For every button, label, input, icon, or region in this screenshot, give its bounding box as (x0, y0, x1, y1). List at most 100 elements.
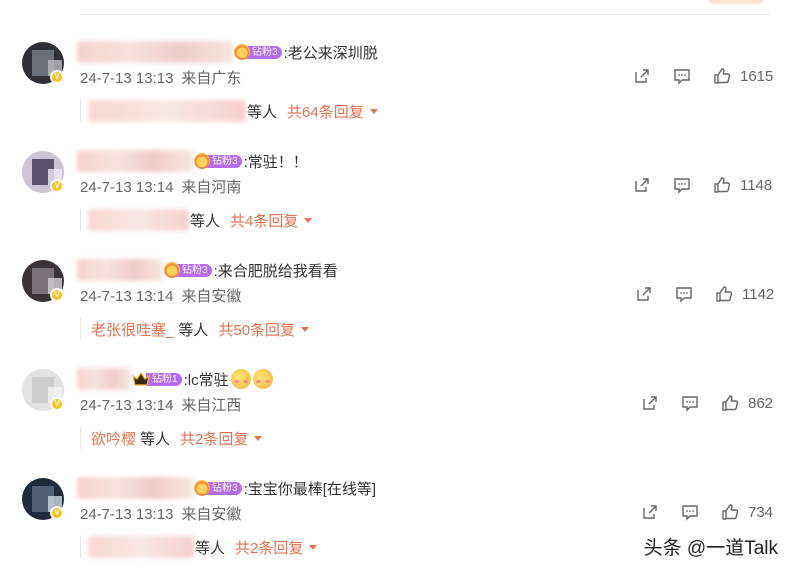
like-icon[interactable] (712, 175, 732, 195)
reply-others-label: 等人 (190, 212, 221, 230)
comment-time: 24-7-13 13:13 (80, 70, 174, 87)
comment-header: 钻粉3 :来合肥脱给我看看 (77, 258, 338, 282)
like-count: 1142 (742, 285, 775, 303)
top-follow-button-edge[interactable] (708, 0, 764, 4)
top-divider (80, 14, 770, 15)
fan-badge-icon (164, 262, 180, 278)
reply-count[interactable]: 共4条回复 (230, 210, 298, 231)
share-icon[interactable] (634, 284, 654, 304)
watermark: 头条 @一道Talk (643, 538, 778, 559)
comment-item: V 钻粉3 :常驻！！ 24-7-13 13:14 来自河南 1148 等人 共4… (0, 145, 796, 253)
comment-time: 24-7-13 13:14 (80, 179, 174, 196)
comment-time: 24-7-13 13:14 (80, 397, 174, 414)
share-icon[interactable] (640, 502, 660, 522)
comment-meta: 24-7-13 13:14 来自河南 (80, 176, 241, 197)
comment-icon[interactable] (674, 284, 694, 304)
reply-summary[interactable]: 老张很哇塞_ 等人 共50条回复 (80, 318, 310, 340)
emoji-icon (252, 369, 273, 389)
like-icon[interactable] (712, 66, 732, 86)
reply-others-label: 等人 (140, 430, 171, 448)
caret-down-icon[interactable] (304, 217, 313, 223)
verified-badge-icon: V (50, 70, 64, 84)
like-icon[interactable] (714, 284, 734, 304)
reply-summary[interactable]: 欲吟樱 等人 共2条回复 (80, 427, 263, 449)
fan-badge[interactable]: 钻粉1 (132, 371, 182, 387)
comment-meta: 24-7-13 13:13 来自安徽 (80, 503, 241, 524)
username[interactable] (77, 41, 233, 63)
caret-down-icon[interactable] (301, 326, 310, 332)
fan-badge-label: 钻粉3 (246, 45, 282, 59)
username[interactable] (77, 150, 193, 172)
reply-count[interactable]: 共2条回复 (235, 537, 303, 558)
verified-badge-icon: V (50, 506, 64, 520)
reply-username[interactable] (88, 100, 246, 122)
comment-actions: 1615 (632, 66, 773, 86)
comment-icon[interactable] (680, 393, 700, 413)
fan-badge-label: 钻粉3 (206, 154, 242, 168)
comment-location: 来自安徽 (181, 288, 242, 305)
fan-badge[interactable]: 钻粉3 (194, 480, 242, 496)
comment-item: V 钻粉3 :来合肥脱给我看看 24-7-13 13:14 来自安徽 1142 老… (0, 254, 796, 362)
comment-meta: 24-7-13 13:14 来自江西 (80, 394, 241, 415)
comment-text: :宝宝你最棒[在线等] (243, 480, 377, 498)
reply-summary[interactable]: 等人 共2条回复 (80, 536, 318, 558)
fan-badge[interactable]: 钻粉3 (234, 44, 282, 60)
fan-badge[interactable]: 钻粉3 (164, 262, 212, 278)
caret-down-icon[interactable] (309, 544, 318, 550)
reply-summary[interactable]: 等人 共64条回复 (80, 100, 378, 122)
comment-icon[interactable] (680, 502, 700, 522)
caret-down-icon[interactable] (369, 108, 378, 114)
comment-location: 来自安徽 (181, 506, 242, 523)
reply-others-label: 等人 (178, 321, 209, 339)
fan-badge-label: 钻粉3 (176, 263, 212, 277)
comment-text: :常驻！！ (243, 153, 308, 171)
fan-badge-label: 钻粉1 (146, 372, 182, 386)
share-icon[interactable] (632, 66, 652, 86)
comment-location: 来自江西 (181, 397, 242, 414)
like-icon[interactable] (720, 502, 740, 522)
verified-badge-icon: V (50, 288, 64, 302)
fan-badge-icon (194, 480, 210, 496)
comment-icon[interactable] (672, 175, 692, 195)
reply-count[interactable]: 共50条回复 (218, 319, 295, 340)
comment-actions: 734 (640, 502, 773, 522)
comment-header: 钻粉3 :老公来深圳脱 (77, 40, 378, 64)
username[interactable] (77, 368, 131, 390)
share-icon[interactable] (632, 175, 652, 195)
comment-meta: 24-7-13 13:13 来自广东 (80, 67, 241, 88)
fan-badge[interactable]: 钻粉3 (194, 153, 242, 169)
username[interactable] (77, 259, 163, 281)
reply-username[interactable]: 老张很哇塞_ (91, 319, 174, 340)
reply-summary[interactable]: 等人 共4条回复 (80, 209, 313, 231)
comment-icon[interactable] (672, 66, 692, 86)
reply-username[interactable]: 欲吟樱 (91, 428, 136, 449)
verified-badge-icon: V (50, 179, 64, 193)
emoji-icon (230, 369, 251, 389)
reply-count[interactable]: 共64条回复 (287, 101, 364, 122)
comment-meta: 24-7-13 13:14 来自安徽 (80, 285, 241, 306)
comment-header: 钻粉3 :常驻！！ (77, 149, 308, 173)
fan-badge-icon (194, 153, 210, 169)
comment-location: 来自河南 (181, 179, 242, 196)
comment-item: V 钻粉3 :老公来深圳脱 24-7-13 13:13 来自广东 1615 等人 … (0, 36, 796, 144)
comment-text: :老公来深圳脱 (283, 44, 378, 62)
comment-header: 钻粉1 :lc常驻 (77, 367, 273, 391)
share-icon[interactable] (640, 393, 660, 413)
like-icon[interactable] (720, 393, 740, 413)
reply-count[interactable]: 共2条回复 (180, 428, 248, 449)
fan-badge-label: 钻粉3 (206, 481, 242, 495)
username[interactable] (77, 477, 193, 499)
like-count: 862 (748, 394, 774, 412)
caret-down-icon[interactable] (254, 435, 263, 441)
comment-actions: 1148 (632, 175, 772, 195)
comment-location: 来自广东 (181, 70, 242, 87)
reply-others-label: 等人 (195, 539, 226, 557)
reply-username[interactable] (88, 209, 189, 231)
comment-item: V 钻粉1 :lc常驻 24-7-13 13:14 来自江西 862 欲吟樱 等人… (0, 363, 796, 471)
reply-username[interactable] (88, 536, 194, 558)
like-count: 1148 (740, 176, 773, 194)
comment-header: 钻粉3 :宝宝你最棒[在线等] (77, 476, 377, 500)
comment-text: :来合肥脱给我看看 (213, 262, 338, 280)
comment-actions: 1142 (634, 284, 774, 304)
comment-time: 24-7-13 13:13 (80, 506, 174, 523)
